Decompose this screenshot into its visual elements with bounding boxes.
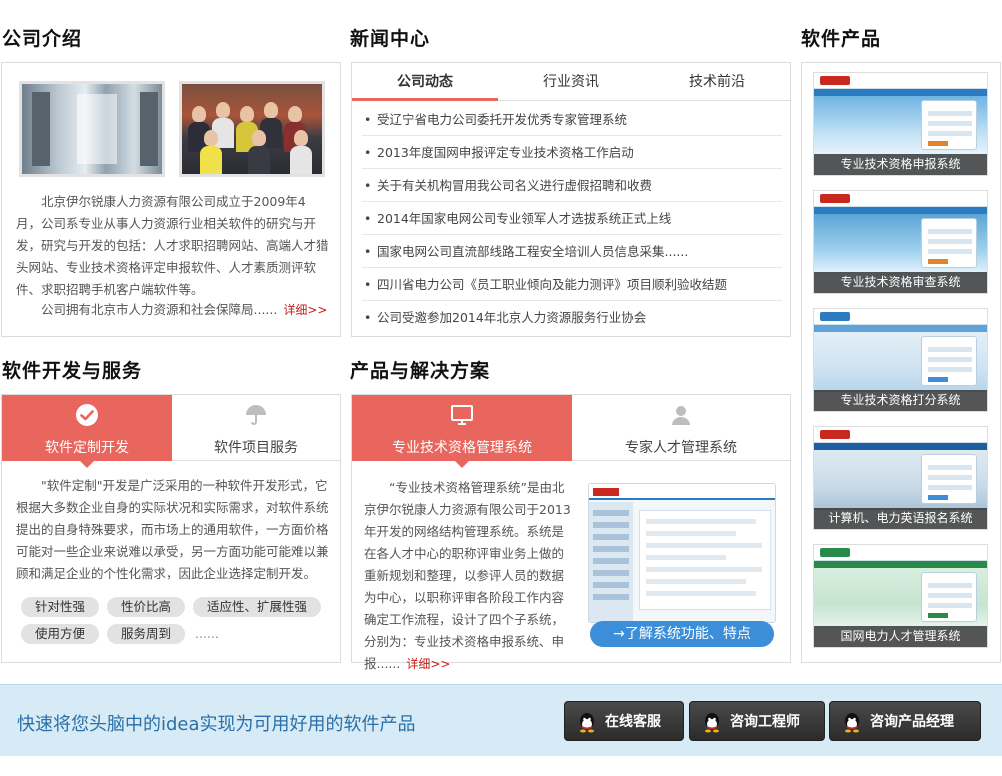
news-list: • 受辽宁省电力公司委托开发优秀专家管理系统 • 2013年度国网申报评定专业技术资… <box>362 103 782 334</box>
news-item-title[interactable]: 受辽宁省电力公司委托开发优秀专家管理系统 <box>377 112 627 127</box>
feature-tag: 适应性、扩展性强 <box>193 597 322 617</box>
news-item-title[interactable]: 国家电网公司直流部线路工程安全培训人员信息采集...... <box>377 244 688 259</box>
active-tab-arrow <box>455 461 469 468</box>
solutions-paragraph-text: “专业技术资格管理系统”是由北京伊尔锐康人力资源有限公司于2013年开发的网络结… <box>364 480 571 671</box>
feature-tag: 服务周到 <box>107 624 186 644</box>
products-section-title: 软件产品 <box>801 28 882 50</box>
tab-expert-talent-system[interactable]: 专家人才管理系统 <box>572 395 790 461</box>
umbrella-icon <box>246 405 266 425</box>
news-panel: 公司动态 行业资讯 技术前沿 • 受辽宁省电力公司委托开发优秀专家管理系统 • 20… <box>351 62 791 337</box>
news-item[interactable]: • 受辽宁省电力公司委托开发优秀专家管理系统 <box>362 103 782 136</box>
solutions-more-link[interactable]: 详细>> <box>406 653 450 675</box>
office-photo <box>19 81 165 177</box>
news-item[interactable]: • 2013年度国网申报评定专业技术资格工作启动 <box>362 136 782 169</box>
news-item[interactable]: • 国家电网公司直流部线路工程安全培训人员信息采集...... <box>362 235 782 268</box>
product-card[interactable]: 专业技术资格审查系统 <box>813 190 988 294</box>
qq-icon <box>705 713 719 733</box>
product-card[interactable]: 专业技术资格申报系统 <box>813 72 988 176</box>
product-card-title[interactable]: 国网电力人才管理系统 <box>814 626 987 647</box>
tab-qualification-system[interactable]: 专业技术资格管理系统 <box>352 395 572 461</box>
product-card-title[interactable]: 专业技术资格审查系统 <box>814 272 987 293</box>
news-section-title: 新闻中心 <box>350 28 431 50</box>
news-item[interactable]: • 四川省电力公司《员工职业倾向及能力测评》项目顺利验收结题 <box>362 268 782 301</box>
product-card[interactable]: 计算机、电力英语报名系统 <box>813 426 988 530</box>
tab-custom-development-label: 软件定制开发 <box>45 440 129 456</box>
check-circle-icon <box>76 404 98 426</box>
online-support-button[interactable]: 在线客服 <box>564 701 684 741</box>
news-tabs: 公司动态 行业资讯 技术前沿 <box>352 63 791 101</box>
tab-expert-talent-system-label: 专家人才管理系统 <box>625 440 737 456</box>
product-card-title[interactable]: 专业技术资格打分系统 <box>814 390 987 411</box>
tab-industry-news[interactable]: 行业资讯 <box>498 63 644 101</box>
news-item[interactable]: • 关于有关机构冒用我公司名义进行虚假招聘和收费 <box>362 169 782 202</box>
learn-more-button[interactable]: →了解系统功能、特点 <box>590 621 774 647</box>
services-section-title: 软件开发与服务 <box>2 360 143 382</box>
tab-company-news[interactable]: 公司动态 <box>352 63 498 101</box>
product-card-title[interactable]: 计算机、电力英语报名系统 <box>814 508 987 529</box>
news-item-title[interactable]: 关于有关机构冒用我公司名义进行虚假招聘和收费 <box>377 178 652 193</box>
news-item[interactable]: • 2014年国家电网公司专业领军人才选拔系统正式上线 <box>362 202 782 235</box>
news-item[interactable]: • 公司受邀参加2014年北京人力资源服务行业协会 <box>362 301 782 334</box>
product-card[interactable]: 国网电力人才管理系统 <box>813 544 988 648</box>
solutions-paragraph: “专业技术资格管理系统”是由北京伊尔锐康人力资源有限公司于2013年开发的网络结… <box>364 477 576 675</box>
cta-slogan: 快速将您头脑中的idea实现为可用好用的软件产品 <box>17 714 416 735</box>
tags-more: ...... <box>195 626 219 641</box>
about-panel: 北京伊尔锐康人力资源有限公司成立于2009年4月，公司系专业从事人力资源行业相关… <box>1 62 341 337</box>
news-item-title[interactable]: 公司受邀参加2014年北京人力资源服务行业协会 <box>377 310 646 325</box>
feature-tag: 使用方便 <box>21 624 100 644</box>
consult-engineer-label: 咨询工程师 <box>730 714 800 730</box>
tab-tech-frontier[interactable]: 技术前沿 <box>644 63 790 101</box>
news-item-title[interactable]: 2013年度国网申报评定专业技术资格工作启动 <box>377 145 634 160</box>
services-panel: 软件定制开发 软件项目服务 "软件定制"开发是广泛采用的一种软件开发形式，它根据… <box>1 394 341 663</box>
product-card[interactable]: 专业技术资格打分系统 <box>813 308 988 412</box>
cta-bar: 快速将您头脑中的idea实现为可用好用的软件产品 在线客服 咨询工程师 咨询产品… <box>0 684 1002 756</box>
tab-qualification-system-label: 专业技术资格管理系统 <box>392 440 532 456</box>
tab-project-service-label: 软件项目服务 <box>214 440 298 456</box>
solutions-panel: 专业技术资格管理系统 专家人才管理系统 “专业技术资格管理系统”是由北京伊尔锐康… <box>351 394 791 671</box>
team-photo <box>179 81 325 177</box>
feature-tag: 性价比高 <box>107 597 186 617</box>
services-paragraph: "软件定制"开发是广泛采用的一种软件开发形式，它根据大多数企业自身的实际状况和实… <box>16 478 329 581</box>
feature-tag: 针对性强 <box>21 597 100 617</box>
about-paragraph-2-text: 公司拥有北京市人力资源和社会保障局...... <box>41 302 278 317</box>
news-item-title[interactable]: 四川省电力公司《员工职业倾向及能力测评》项目顺利验收结题 <box>377 277 727 292</box>
solutions-section-title: 产品与解决方案 <box>350 360 491 382</box>
about-more-link[interactable]: 详细>> <box>283 299 327 321</box>
about-paragraph-1: 北京伊尔锐康人力资源有限公司成立于2009年4月，公司系专业从事人力资源行业相关… <box>16 194 329 297</box>
online-support-label: 在线客服 <box>605 714 661 730</box>
qq-icon <box>580 713 594 733</box>
active-tab-arrow <box>80 461 94 468</box>
system-screenshot <box>588 483 776 623</box>
news-item-title[interactable]: 2014年国家电网公司专业领军人才选拔系统正式上线 <box>377 211 671 226</box>
qq-icon <box>845 713 859 733</box>
tab-custom-development[interactable]: 软件定制开发 <box>2 395 172 461</box>
consult-product-manager-button[interactable]: 咨询产品经理 <box>829 701 981 741</box>
user-icon <box>672 406 690 425</box>
consult-product-manager-label: 咨询产品经理 <box>870 714 954 730</box>
monitor-icon <box>451 405 473 425</box>
about-paragraph-2: 公司拥有北京市人力资源和社会保障局...... 详细>> <box>16 299 330 321</box>
consult-engineer-button[interactable]: 咨询工程师 <box>689 701 825 741</box>
product-card-title[interactable]: 专业技术资格申报系统 <box>814 154 987 175</box>
about-section-title: 公司介绍 <box>2 28 83 50</box>
tab-project-service[interactable]: 软件项目服务 <box>172 395 340 461</box>
